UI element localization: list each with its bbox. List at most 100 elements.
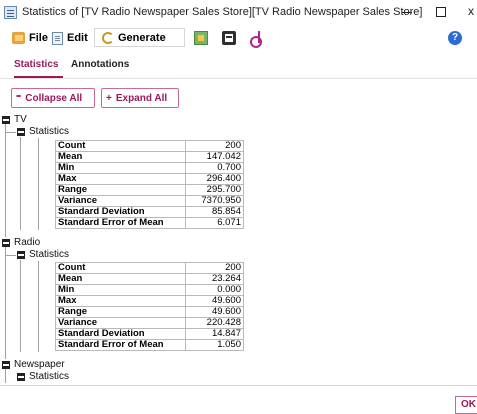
expand-all-icon: +	[106, 92, 112, 104]
collapse-toggle-icon[interactable]	[17, 127, 25, 136]
stat-name: Standard Deviation	[55, 328, 186, 340]
stat-value: 0.000	[185, 284, 244, 296]
stat-row: Max 296.400	[55, 173, 244, 185]
stat-row: Standard Error of Mean 6.071	[55, 217, 244, 229]
stat-name: Max	[55, 295, 186, 307]
stat-row: Standard Deviation 14.847	[55, 328, 244, 340]
print-icon[interactable]	[222, 31, 236, 45]
window-title: Statistics of [TV Radio Newspaper Sales …	[22, 6, 423, 18]
collapse-all-icon: ⁼	[16, 92, 22, 104]
stat-row: Standard Error of Mean 1.050	[55, 339, 244, 351]
footer-divider	[0, 385, 477, 386]
generate-group-border	[94, 28, 185, 47]
stat-value: 147.042	[185, 151, 244, 163]
stat-value: 296.400	[185, 173, 244, 185]
stat-row: Mean 147.042	[55, 151, 244, 163]
tree-node-radio[interactable]: Radio	[2, 237, 40, 248]
file-icon	[12, 32, 25, 44]
tree-node-label: Radio	[14, 237, 41, 248]
maximize-button[interactable]	[436, 7, 446, 17]
tree-guide	[38, 138, 39, 230]
edit-icon	[52, 31, 63, 45]
expand-all-label: Expand All	[115, 92, 168, 104]
stat-value: 49.600	[185, 306, 244, 318]
radio-statistics-table: Count 200 Mean 23.264 Min 0.000 Max 49.600 Range…	[55, 262, 244, 351]
stat-name: Standard Error of Mean	[55, 217, 186, 229]
minimize-button[interactable]	[401, 6, 413, 18]
collapse-toggle-icon[interactable]	[17, 372, 25, 381]
stat-row: Mean 23.264	[55, 273, 244, 285]
edit-menu-label: Edit	[67, 32, 88, 44]
stat-value: 7370.950	[185, 195, 244, 207]
title-bar: Statistics of [TV Radio Newspaper Sales …	[0, 0, 477, 26]
tab-divider	[0, 78, 477, 79]
stat-value: 1.050	[185, 339, 244, 351]
stat-name: Min	[55, 284, 186, 296]
stat-row: Standard Deviation 85.854	[55, 206, 244, 218]
stat-name: Mean	[55, 273, 186, 285]
tree-guide	[5, 247, 6, 359]
tree-node-newspaper[interactable]: Newspaper	[2, 359, 65, 370]
tree-node-newspaper-statistics[interactable]: Statistics	[17, 371, 69, 382]
chart-tool-icon[interactable]	[250, 31, 264, 48]
tree-node-radio-statistics[interactable]: Statistics	[17, 249, 69, 260]
stat-row: Count 200	[55, 262, 244, 274]
statistics-tree: TV Statistics Count 200 Mean 147.042 Min 0.70…	[0, 112, 477, 386]
stat-value: 200	[185, 140, 244, 152]
stat-name: Min	[55, 162, 186, 174]
tree-guide	[5, 124, 6, 237]
stat-row: Range 295.700	[55, 184, 244, 196]
stat-name: Variance	[55, 317, 186, 329]
stat-row: Count 200	[55, 140, 244, 152]
collapse-all-label: Collapse All	[25, 92, 83, 104]
close-button[interactable]: x	[468, 4, 474, 18]
tree-guide	[5, 255, 16, 256]
tree-node-label: Newspaper	[14, 359, 65, 370]
stat-value: 220.428	[185, 317, 244, 329]
stat-name: Count	[55, 140, 186, 152]
stat-value: 0.700	[185, 162, 244, 174]
ok-button[interactable]: OK	[455, 396, 477, 414]
stat-row: Range 49.600	[55, 306, 244, 318]
tree-node-label: Statistics	[29, 126, 70, 137]
stat-row: Min 0.000	[55, 284, 244, 296]
tree-guide	[5, 132, 16, 133]
stat-value: 85.854	[185, 206, 244, 218]
tv-statistics-table: Count 200 Mean 147.042 Min 0.700 Max 296.400 Ran…	[55, 140, 244, 229]
tree-guide	[38, 261, 39, 352]
stat-row: Variance 220.428	[55, 317, 244, 329]
stat-name: Range	[55, 184, 186, 196]
tree-node-label: TV	[14, 114, 27, 125]
stat-name: Standard Error of Mean	[55, 339, 186, 351]
tab-annotations[interactable]: Annotations	[71, 59, 129, 70]
help-icon[interactable]: ?	[448, 31, 462, 45]
menu-bar: File Edit Generate	[0, 27, 477, 49]
stat-row: Variance 7370.950	[55, 195, 244, 207]
collapse-toggle-icon[interactable]	[2, 115, 10, 124]
stat-name: Mean	[55, 151, 186, 163]
tree-node-label: Statistics	[29, 371, 70, 382]
stat-name: Max	[55, 173, 186, 185]
tab-strip: Statistics Annotations	[0, 55, 477, 77]
stat-value: 23.264	[185, 273, 244, 285]
stat-name: Variance	[55, 195, 186, 207]
stat-value: 6.071	[185, 217, 244, 229]
stat-value: 14.847	[185, 328, 244, 340]
tree-node-label: Statistics	[29, 249, 70, 260]
edit-menu[interactable]: Edit	[52, 29, 88, 47]
file-menu[interactable]: File	[12, 29, 48, 47]
collapse-toggle-icon[interactable]	[2, 238, 10, 247]
stat-name: Count	[55, 262, 186, 274]
tree-node-tv-statistics[interactable]: Statistics	[17, 126, 69, 137]
export-image-icon[interactable]	[194, 31, 208, 45]
tree-guide	[20, 137, 21, 230]
tab-statistics[interactable]: Statistics	[14, 59, 58, 70]
stat-value: 295.700	[185, 184, 244, 196]
tree-guide	[20, 260, 21, 352]
stat-value: 200	[185, 262, 244, 274]
collapse-all-button[interactable]: ⁼ Collapse All	[11, 88, 95, 108]
app-icon	[4, 6, 17, 19]
collapse-toggle-icon[interactable]	[17, 250, 25, 259]
collapse-toggle-icon[interactable]	[2, 360, 10, 369]
expand-all-button[interactable]: + Expand All	[101, 88, 179, 108]
